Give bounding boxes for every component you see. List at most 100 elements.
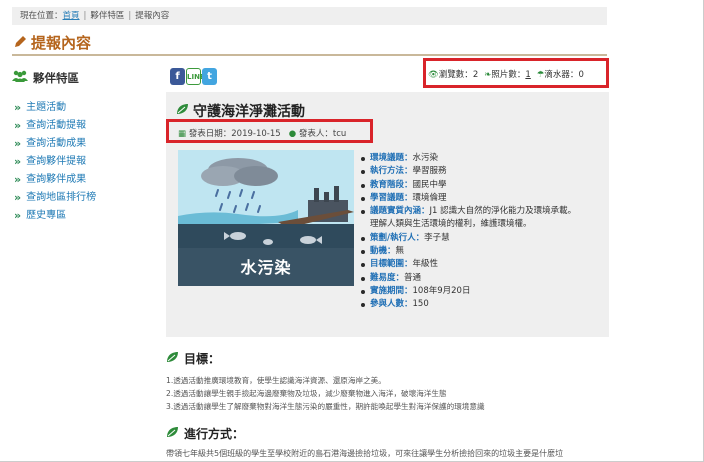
sidebar-item-label: 查詢活動成果 [26,138,87,149]
goals-list: 1.透過活動推廣環境教育，使學生認識海洋資源、還原海岸之美。 2.透過活動讓學生… [166,374,485,413]
leaf-icon [176,103,189,119]
info-item: 目標範圍：年級性 [360,258,605,271]
info-value: J1 認識大自然的淨化能力及環境承載。 [429,206,577,217]
breadcrumb: 現在位置：首頁 | 夥伴特區 | 提報內容 [12,7,607,25]
info-item: 參與人數：150 [360,298,605,311]
info-item: 教育階段：國民中學 [360,179,605,192]
photos-count-link[interactable]: 1 [525,70,530,80]
info-value: 李子慧 [424,232,450,243]
info-key: 策劃/執行人： [370,232,425,243]
info-key: 議題實質內涵： [370,206,430,217]
sidebar-item-label: 查詢活動提報 [26,120,87,131]
double-chevron-right-icon: » [14,209,22,222]
author-label: 發表人： [298,129,333,139]
line-share-icon[interactable]: LINE [186,68,205,85]
sidebar-item-region-ranking[interactable]: » 查詢地區排行榜 [14,189,152,207]
goals-heading: 目標： [166,350,220,367]
sidebar-item-theme-activity[interactable]: » 主題活動 [14,99,152,117]
sidebar: 夥伴特區 » 主題活動 » 查詢活動提報 » 查詢活動成果 » 查詢夥伴提報 » 查詢夥伴… [12,70,152,225]
info-value: 108年9月20日 [412,285,471,296]
sidebar-item-label: 查詢夥伴提報 [26,156,87,167]
publish-date: 2019-10-15 [231,129,281,139]
double-chevron-right-icon: » [14,173,22,186]
calendar-icon: ▦ [178,129,187,139]
sidebar-item-label: 歷史專區 [26,210,67,221]
info-key: 難易度： [370,272,405,283]
info-value: 普通 [404,272,422,283]
pencil-icon [14,34,27,52]
sidebar-item-query-activity-report[interactable]: » 查詢活動提報 [14,117,152,135]
info-key: 學習議題： [370,192,413,203]
activity-info-list: 環境議題：水污染 執行方法：學習服務 教育階段：國民中學 學習議題：環境倫理 議… [360,152,605,312]
sidebar-item-history[interactable]: » 歷史專區 [14,207,152,225]
users-icon [12,70,28,86]
title-divider [12,54,607,56]
double-chevron-right-icon: » [14,191,22,204]
views-count: 2 [472,70,479,80]
info-item: 策劃/執行人：李子慧 [360,232,605,245]
sidebar-item-query-partner-results[interactable]: » 查詢夥伴成果 [14,171,152,189]
info-item: 議題實質內涵：J1 認識大自然的淨化能力及環境承載。 [360,205,605,218]
breadcrumb-current: 提報內容 [135,11,170,21]
info-key: 參與人數： [370,299,413,310]
info-value: 水污染 [412,153,439,163]
leaf-icon [166,426,179,441]
water-label: 滴水器： [544,70,579,80]
info-item: 難易度：普通 [360,272,605,285]
info-item: 動機：無 [360,245,605,258]
water-stat: ☂滴水器：0 [537,68,584,80]
goals-heading-text: 目標： [184,352,221,366]
activity-stats: 👁瀏覽數：2 ❧照片數：1 ☂滴水器：0 [428,68,584,80]
info-value: 年級性 [412,259,439,270]
goal-item: 3.透過活動讓學生了解廢棄物對海洋生態污染的嚴重性，期許能喚起學生對海洋保護的環… [166,402,485,411]
double-chevron-right-icon: » [14,119,22,132]
activity-title-text: 守護海洋淨灘活動 [193,104,305,120]
info-item-continuation: 理解人類與生活環境的權利，維護環境權。 [360,218,605,231]
water-count: 0 [578,70,584,80]
page-title-text: 提報內容 [31,34,92,52]
breadcrumb-separator: | [128,11,132,21]
sidebar-menu: » 主題活動 » 查詢活動提報 » 查詢活動成果 » 查詢夥伴提報 » 查詢夥伴成果 » 查… [14,99,152,225]
twitter-share-icon[interactable]: t [202,68,217,85]
info-value: 學習服務 [412,166,447,177]
info-value: 150 [412,299,429,310]
method-text: 帶領七年級共5個班級的學生至學校附近的島石港海邊撿拾垃圾，可來往讓學生分析撿拾回… [166,449,564,458]
facebook-share-icon[interactable]: f [170,68,185,85]
info-key: 動機： [370,246,396,257]
sidebar-item-query-partner-report[interactable]: » 查詢夥伴提報 [14,153,152,171]
breadcrumb-section[interactable]: 夥伴特區 [90,11,124,21]
info-key: 環境議題： [370,153,413,163]
info-item: 實施期間：108年9月20日 [360,285,605,298]
info-value: 理解人類與生活環境的權利，維護環境權。 [370,219,532,230]
author-name: tcu [332,129,347,139]
leaf-icon [166,351,179,366]
info-item: 執行方法：學習服務 [360,165,605,178]
breadcrumb-separator: | [83,11,87,21]
activity-image[interactable]: 水污染 [178,150,354,286]
views-stat: 👁瀏覽數：2 [428,68,478,80]
info-key: 執行方法： [370,166,413,177]
sidebar-heading: 夥伴特區 [12,70,152,86]
info-key: 教育階段： [370,179,413,190]
photos-label: 照片數： [491,70,526,80]
method-heading: 進行方式： [166,425,244,442]
activity-title: 守護海洋淨灘活動 [176,101,305,121]
double-chevron-right-icon: » [14,137,22,150]
double-chevron-right-icon: » [14,155,22,168]
sidebar-heading-text: 夥伴特區 [33,71,79,85]
date-label: 發表日期： [188,129,232,139]
eye-icon: 👁 [428,70,439,80]
method-heading-text: 進行方式： [184,427,245,441]
share-buttons: f LINE t [170,68,217,85]
info-value: 無 [395,246,405,257]
views-label: 瀏覽數： [438,70,473,80]
photos-stat: ❧照片數：1 [484,68,531,80]
breadcrumb-home-link[interactable]: 首頁 [63,11,80,21]
sidebar-item-query-activity-results[interactable]: » 查詢活動成果 [14,135,152,153]
sidebar-item-label: 查詢地區排行榜 [26,192,97,203]
info-item: 環境議題：水污染 [360,152,605,165]
user-icon: ● [288,129,297,139]
info-value: 環境倫理 [412,192,447,203]
sidebar-item-label: 主題活動 [26,102,67,113]
goal-item: 1.透過活動推廣環境教育，使學生認識海洋資源、還原海岸之美。 [166,376,386,385]
